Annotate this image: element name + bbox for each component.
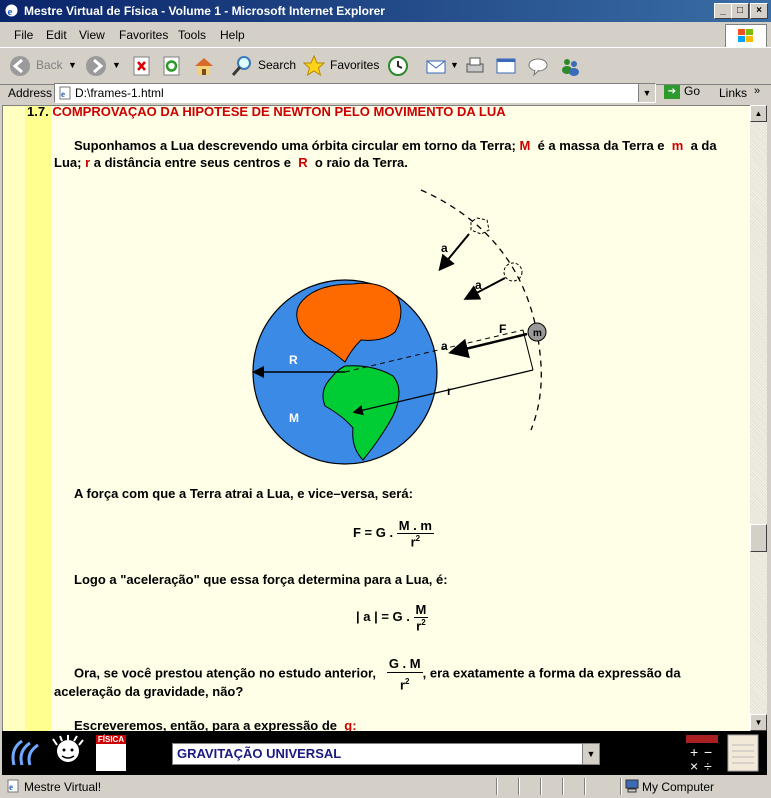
svg-text:e: e [9, 782, 13, 792]
svg-text:e: e [61, 89, 65, 99]
svg-text:×: × [690, 758, 698, 773]
calculator-icon[interactable]: + −× ÷ [684, 733, 720, 773]
scroll-down-button[interactable]: ▼ [750, 714, 767, 731]
menu-help[interactable]: Help [220, 28, 245, 42]
label-a-1: a [441, 241, 448, 255]
print-icon[interactable] [463, 54, 487, 78]
section-heading: 1.7. COMPROVAÇÃO DA HIPÓTESE DE NEWTON P… [27, 105, 506, 119]
go-arrow-icon: ➔ [664, 84, 680, 99]
menu-favorites[interactable]: Favorites [119, 28, 168, 42]
paragraph-intro-line2: Lua; r a distância entre seus centros e … [54, 155, 408, 170]
history-icon[interactable] [386, 54, 410, 78]
bottom-nav-bar: FÍSICA GRAVITAÇÃO UNIVERSAL ▼ + − × ÷ [2, 731, 767, 775]
formula-force: F = G . M . m r2 [353, 518, 434, 550]
label-M: M [289, 411, 299, 425]
security-zone-text: My Computer [642, 780, 715, 794]
address-dropdown-button[interactable]: ▼ [638, 84, 655, 102]
address-label: Address [8, 86, 53, 100]
acceleration-arrow-2 [463, 277, 506, 300]
favorites-star-icon[interactable] [302, 54, 326, 78]
maximize-button[interactable]: □ [731, 3, 749, 19]
moon-position-1 [470, 217, 490, 235]
menu-tools[interactable]: Tools [178, 28, 206, 42]
topic-dropdown-button[interactable]: ▼ [582, 744, 599, 764]
label-r: r [447, 384, 452, 398]
logo-swirl-icon[interactable] [8, 735, 44, 771]
earth-moon-diagram: R M r m a a F a [252, 189, 547, 465]
chevron-down-icon[interactable]: ▼ [68, 60, 77, 70]
back-arrow-icon[interactable] [8, 54, 32, 78]
einstein-icon[interactable] [50, 735, 86, 771]
messenger-icon[interactable] [558, 54, 582, 78]
paragraph-gravity-line2: aceleração da gravidade, não? [54, 684, 244, 699]
moon-position-2 [503, 262, 523, 282]
topic-select[interactable]: GRAVITAÇÃO UNIVERSAL ▼ [172, 743, 600, 765]
label-a-3: a [441, 339, 448, 353]
svg-text:e: e [8, 6, 13, 18]
scroll-thumb[interactable] [750, 524, 767, 552]
menu-bar: File Edit View Favorites Tools Help [0, 24, 771, 46]
address-value: D:\frames-1.html [75, 86, 164, 100]
chevron-right-icon[interactable]: » [754, 85, 760, 97]
label-R: R [289, 353, 298, 367]
mail-icon[interactable] [424, 54, 448, 78]
label-F: F [499, 322, 506, 336]
svg-text:÷: ÷ [704, 758, 712, 773]
status-text: Mestre Virtual! [24, 780, 102, 794]
page-icon: e [59, 86, 71, 100]
paragraph-intro-line1: Suponhamos a Lua descrevendo uma órbita … [74, 138, 717, 153]
paragraph-acceleration: Logo a "aceleração" que essa força deter… [74, 572, 448, 587]
page-icon: e [7, 779, 19, 793]
favorites-button-label[interactable]: Favorites [330, 58, 379, 72]
status-bar: e Mestre Virtual! My Computer [0, 775, 771, 798]
scroll-up-button[interactable]: ▲ [750, 105, 767, 122]
search-button-label[interactable]: Search [258, 58, 296, 72]
fisica-facil-icon[interactable]: FÍSICA [96, 735, 126, 771]
my-computer-icon [625, 779, 639, 793]
menu-file[interactable]: File [14, 28, 33, 42]
menu-view[interactable]: View [79, 28, 105, 42]
menu-edit[interactable]: Edit [46, 28, 67, 42]
go-button[interactable]: ➔ Go [664, 84, 700, 99]
chevron-down-icon[interactable]: ▼ [450, 60, 459, 70]
label-m: m [533, 328, 542, 339]
toolbar: Back ▼ ▼ Search Favorites ▼ [0, 47, 771, 85]
moon-orbit-path [420, 189, 542, 431]
links-button[interactable]: Links [719, 86, 747, 100]
discuss-icon[interactable] [526, 54, 550, 78]
topic-selected-value: GRAVITAÇÃO UNIVERSAL [177, 746, 342, 761]
paragraph-write: Escreveremos, então, para a expressão de… [74, 718, 357, 732]
address-bar: Address e D:\frames-1.html ▼ ➔ Go Links » [0, 83, 771, 103]
vertical-scrollbar[interactable]: ▲ ▼ [750, 105, 767, 731]
home-icon[interactable] [192, 54, 216, 78]
search-icon[interactable] [230, 54, 254, 78]
notes-icon[interactable] [726, 733, 760, 773]
margin-stripe [3, 106, 25, 732]
go-label: Go [684, 84, 701, 98]
force-arrow [448, 332, 528, 359]
margin-stripe [25, 106, 51, 732]
windows-logo-icon [725, 24, 767, 48]
formula-acceleration: | a | = G . Mr2 [356, 602, 429, 634]
minimize-button[interactable]: _ [714, 3, 732, 19]
label-a-2: a [475, 278, 482, 292]
page-content: 1.7. COMPROVAÇÃO DA HIPÓTESE DE NEWTON P… [2, 105, 751, 732]
refresh-icon[interactable] [162, 54, 182, 78]
forward-arrow-icon[interactable] [84, 54, 108, 78]
close-button[interactable]: × [750, 3, 768, 19]
address-input[interactable]: e D:\frames-1.html ▼ [54, 83, 656, 103]
edit-icon[interactable] [494, 54, 518, 78]
stop-icon[interactable] [132, 54, 152, 78]
chevron-down-icon[interactable]: ▼ [112, 60, 121, 70]
back-button-label[interactable]: Back [36, 58, 63, 72]
paragraph-force: A força com que a Terra atrai a Lua, e v… [74, 486, 413, 501]
title-bar: e Mestre Virtual de Física - Volume 1 - … [0, 0, 771, 22]
window-title: Mestre Virtual de Física - Volume 1 - Mi… [24, 4, 385, 18]
ie-icon: e [5, 4, 18, 18]
